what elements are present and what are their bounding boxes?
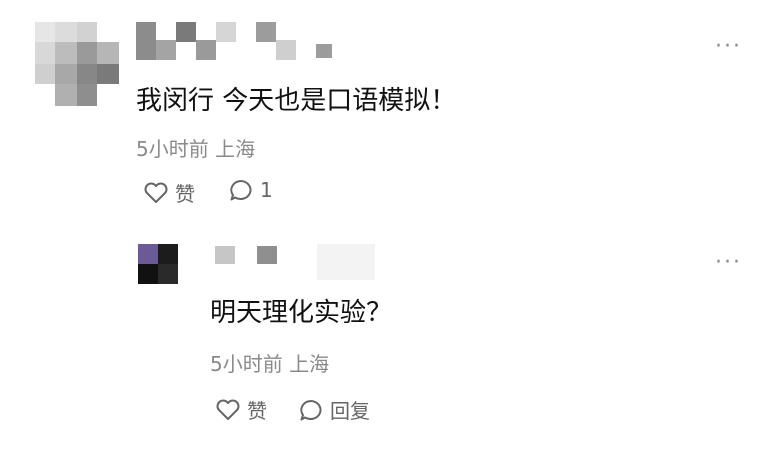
reply-username[interactable] (215, 244, 380, 284)
more-options-icon[interactable]: ··· (715, 252, 742, 274)
comment-avatar[interactable] (35, 22, 119, 106)
comment-text: 我闵行 今天也是口语模拟！ (136, 86, 457, 116)
more-options-icon[interactable]: ··· (715, 36, 742, 58)
reply-count: 1 (260, 178, 273, 202)
comment-meta: 5小时前 上海 (136, 137, 256, 161)
like-label: 赞 (175, 182, 195, 206)
heart-icon (215, 398, 241, 422)
comment-username[interactable] (136, 22, 336, 62)
reply-button[interactable]: 1 (228, 178, 273, 202)
reply-avatar[interactable] (138, 244, 180, 286)
reply-button[interactable]: 回复 (298, 395, 370, 424)
like-label: 赞 (247, 399, 267, 423)
like-button[interactable]: 赞 (143, 178, 195, 207)
comment-bubble-icon (298, 398, 324, 422)
heart-icon (143, 181, 169, 205)
reply-label: 回复 (330, 399, 370, 423)
reply-meta: 5小时前 上海 (210, 352, 330, 376)
comment-bubble-icon (228, 178, 254, 202)
like-button[interactable]: 赞 (215, 395, 267, 424)
reply-text: 明天理化实验？ (210, 298, 393, 328)
